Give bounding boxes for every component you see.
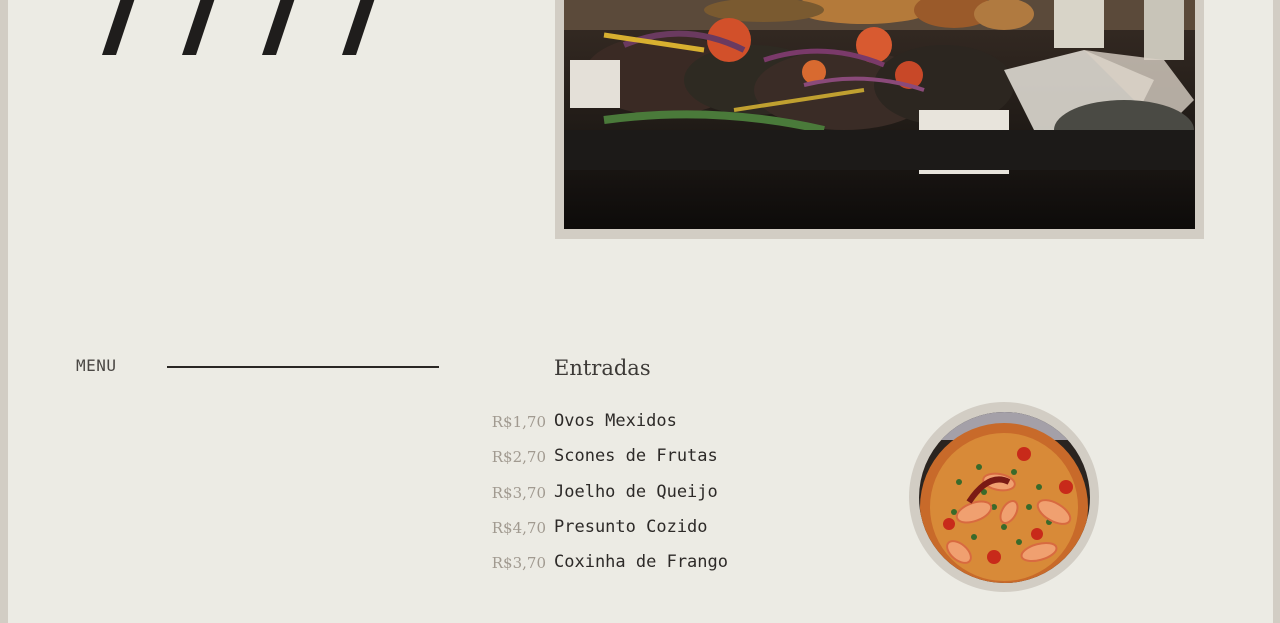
menu-item-price: R$3,70 [491,483,546,502]
paella-dish-photo [919,412,1090,583]
menu-divider-line [167,366,439,368]
hero-photo-frame [555,0,1204,239]
menu-item-name: Presunto Cozido [554,516,708,537]
menu-item-name: Scones de Frutas [554,446,718,467]
dish-photo-frame [909,402,1099,592]
menu-item-price: R$1,70 [491,413,546,431]
menu-item: R$3,70 Joelho de Queijo [488,482,728,517]
menu-item-price: R$4,70 [491,518,546,537]
menu-item: R$4,70 Presunto Cozido [488,517,728,552]
menu-item: R$2,70 Scones de Frutas [488,446,728,481]
menu-item-price: R$2,70 [491,448,546,467]
menu-item-list: R$1,70 Ovos Mexidos R$2,70 Scones de Fru… [488,411,728,587]
page: MENU Entradas R$1,70 Ovos Mexidos R$2,70… [8,0,1273,623]
section-title: Entradas [554,356,651,380]
hero-food-photo [564,0,1195,229]
menu-item-name: Coxinha de Frango [554,552,728,573]
decorative-slash-marks [102,0,375,55]
menu-item-name: Joelho de Queijo [554,481,718,502]
menu-item-name: Ovos Mexidos [554,411,677,431]
menu-item-price: R$3,70 [491,554,546,573]
menu-section-label: MENU [76,356,117,375]
menu-item: R$1,70 Ovos Mexidos [488,411,728,446]
menu-item: R$3,70 Coxinha de Frango [488,552,728,587]
